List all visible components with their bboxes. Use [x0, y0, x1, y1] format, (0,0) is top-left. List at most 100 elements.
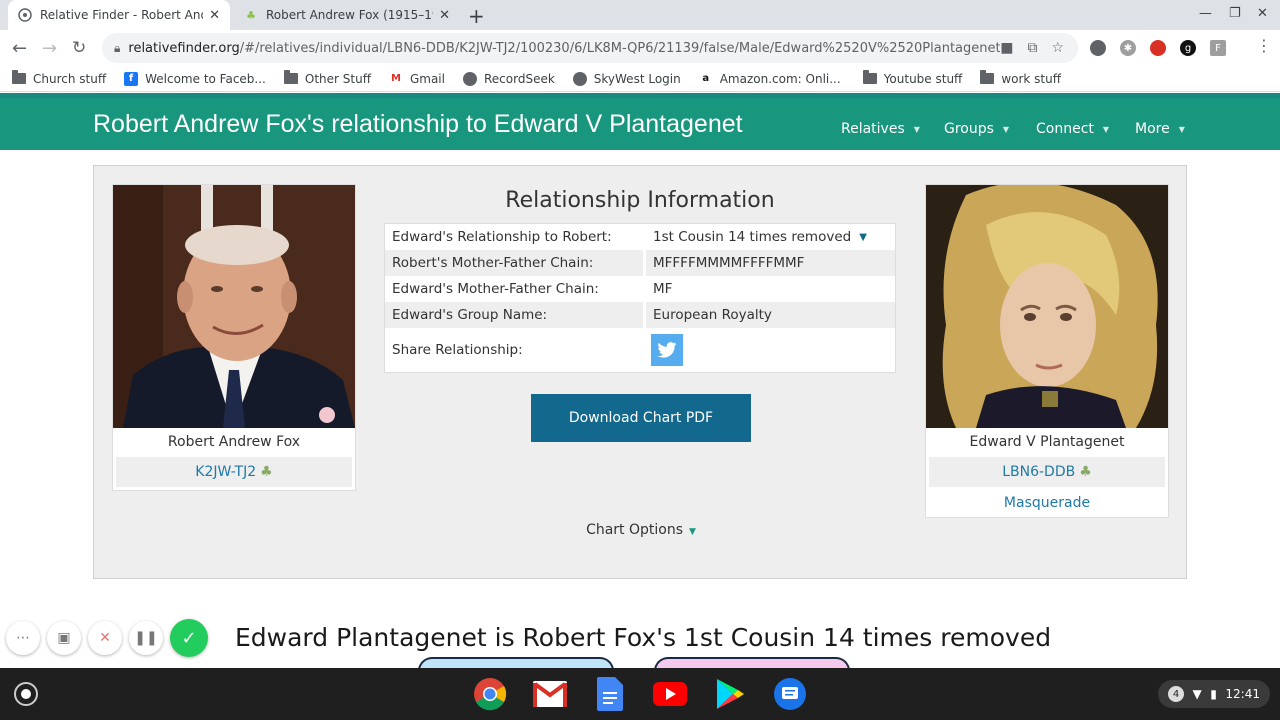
caret-down-icon: ▼ [689, 527, 696, 537]
launcher-icon[interactable] [14, 682, 38, 706]
table-row: Edward's Group Name: European Royalty [385, 302, 895, 328]
chrome-menu-icon[interactable]: ⋮ [1256, 36, 1272, 55]
minimize-icon[interactable]: — [1199, 6, 1212, 21]
battery-icon: ▮ [1210, 687, 1217, 701]
relationship-panel: Robert Andrew Fox K2JW-TJ2 ♣ Relationshi… [93, 165, 1187, 579]
right-person-id-row[interactable]: LBN6-DDB ♣ [929, 457, 1165, 487]
row-value: MFFFFMMMMFFFFMMF [643, 250, 895, 276]
tab-familysearch[interactable]: ♣ Robert Andrew Fox (1915–1995) ✕ [234, 0, 460, 30]
folder-icon [12, 70, 26, 86]
extension-icon[interactable] [1090, 40, 1106, 56]
os-shelf: 4 ▼ ▮ 12:41 [0, 668, 1280, 720]
bookmark-church-stuff[interactable]: Church stuff [12, 70, 106, 86]
notification-count-badge[interactable]: 4 [1168, 686, 1184, 702]
url-text: relativefinder.org/#/relatives/individua… [128, 40, 1001, 56]
cancel-recording-icon[interactable]: ✕ [88, 621, 122, 655]
caret-down-icon: ▼ [1102, 124, 1110, 134]
extension-red-icon[interactable] [1150, 40, 1166, 56]
menu-groups[interactable]: Groups ▼ [944, 121, 1009, 137]
extension-f-icon[interactable]: F [1210, 40, 1226, 56]
globe-icon [462, 71, 477, 86]
folder-icon [980, 70, 995, 86]
finish-recording-icon[interactable]: ✓ [170, 619, 208, 657]
folder-icon [862, 70, 877, 86]
globe-icon [572, 71, 587, 86]
bookmark-star-icon[interactable]: ☆ [1051, 40, 1064, 56]
close-tab-icon[interactable]: ✕ [439, 8, 450, 23]
grammarly-icon[interactable]: g [1180, 40, 1196, 56]
site-header: Robert Andrew Fox's relationship to Edwa… [0, 98, 1280, 150]
chart-person-box [418, 657, 614, 668]
family-tree-icon[interactable]: ♣ [1079, 464, 1092, 480]
restore-icon[interactable]: ❐ [1229, 6, 1241, 21]
gmail-app-icon[interactable] [532, 676, 568, 712]
family-tree-icon[interactable]: ♣ [260, 464, 273, 480]
relativefinder-favicon-icon [18, 8, 32, 22]
chart-options-toggle[interactable]: Chart Options ▼ [544, 522, 738, 538]
group-link[interactable]: Masquerade [926, 495, 1168, 511]
tab-title: Robert Andrew Fox (1915–1995) [266, 8, 433, 22]
dropdown-caret-icon[interactable]: ▼ [859, 232, 867, 243]
bookmark-skywest[interactable]: SkyWest Login [572, 71, 681, 86]
gmail-icon: M [390, 73, 401, 84]
browser-toolbar: ← → ↻ 🔒︎ relativefinder.org/#/relatives/… [0, 30, 1280, 66]
row-label: Edward's Relationship to Robert: [392, 229, 612, 245]
tab-relative-finder[interactable]: Relative Finder - Robert Andrew Fox ✕ [8, 0, 230, 30]
address-bar[interactable]: 🔒︎ relativefinder.org/#/relatives/indivi… [102, 33, 1078, 63]
page-content: Robert Andrew Fox's relationship to Edwa… [0, 93, 1280, 668]
caret-down-icon: ▼ [1002, 124, 1010, 134]
edward-painting [926, 185, 1168, 428]
folder-icon [283, 70, 298, 86]
lock-icon: 🔒︎ [114, 40, 121, 55]
more-options-icon[interactable]: ⋯ [6, 621, 40, 655]
left-person-name: Robert Andrew Fox [167, 434, 301, 450]
twitter-share-button[interactable] [651, 334, 683, 366]
row-label: Robert's Mother-Father Chain: [392, 255, 594, 271]
camera-icon[interactable]: ■ [1000, 40, 1013, 56]
reload-icon[interactable]: ↻ [72, 38, 86, 58]
page-title: Robert Andrew Fox's relationship to Edwa… [93, 110, 743, 138]
youtube-app-icon[interactable] [652, 676, 688, 712]
extension-gear-icon[interactable]: ✱ [1120, 40, 1136, 56]
messages-app-icon[interactable] [772, 676, 808, 712]
caret-down-icon: ▼ [913, 124, 920, 134]
left-person-id-row[interactable]: K2JW-TJ2 ♣ [116, 457, 352, 487]
bookmark-work-stuff[interactable]: work stuff [980, 70, 1061, 86]
relationship-info-title: Relationship Information [505, 188, 775, 213]
right-person-name: Edward V Plantagenet [969, 434, 1125, 450]
bookmark-amazon[interactable]: a Amazon.com: Onli... [699, 72, 840, 86]
pause-recording-icon[interactable]: ❚❚ [129, 621, 163, 655]
row-label: Edward's Group Name: [392, 307, 548, 323]
system-tray[interactable]: 4 ▼ ▮ 12:41 [1158, 680, 1270, 708]
right-person-id[interactable]: LBN6-DDB [1002, 464, 1075, 480]
tab-title: Relative Finder - Robert Andrew Fox [40, 8, 203, 22]
relationship-dropdown[interactable]: 1st Cousin 14 times removed ▼ [643, 224, 895, 250]
play-store-app-icon[interactable] [712, 676, 748, 712]
menu-more[interactable]: More ▼ [1135, 121, 1185, 137]
row-label: Edward's Mother-Father Chain: [392, 281, 599, 297]
chrome-app-icon[interactable] [472, 676, 508, 712]
clock: 12:41 [1225, 687, 1260, 701]
tree-favicon-icon: ♣ [246, 8, 256, 22]
close-tab-icon[interactable]: ✕ [209, 8, 220, 23]
share-label: Share Relationship: [392, 342, 523, 358]
left-person-id[interactable]: K2JW-TJ2 [195, 464, 256, 480]
new-tab-button[interactable]: + [468, 4, 485, 28]
row-value: MF [643, 276, 895, 302]
bookmark-recordseek[interactable]: RecordSeek [462, 71, 555, 86]
table-row: Edward's Relationship to Robert: 1st Cou… [385, 224, 895, 250]
close-window-icon[interactable]: ✕ [1257, 6, 1268, 21]
camera-toggle-icon[interactable]: ▣ [47, 621, 81, 655]
back-icon[interactable]: ← [12, 38, 27, 59]
menu-connect[interactable]: Connect ▼ [1036, 121, 1109, 137]
bookmark-other-stuff[interactable]: Other Stuff [283, 70, 371, 86]
docs-app-icon[interactable] [592, 676, 628, 712]
menu-relatives[interactable]: Relatives ▼ [841, 121, 920, 137]
forward-icon[interactable]: → [42, 38, 57, 59]
bookmark-youtube-stuff[interactable]: Youtube stuff [862, 70, 962, 86]
bookmark-gmail[interactable]: M Gmail [389, 72, 445, 86]
table-row: Edward's Mother-Father Chain: MF [385, 276, 895, 302]
download-chart-pdf-button[interactable]: Download Chart PDF [531, 394, 751, 442]
open-external-icon[interactable]: ⧉ [1027, 40, 1037, 56]
bookmark-facebook[interactable]: f Welcome to Faceb... [124, 71, 266, 86]
